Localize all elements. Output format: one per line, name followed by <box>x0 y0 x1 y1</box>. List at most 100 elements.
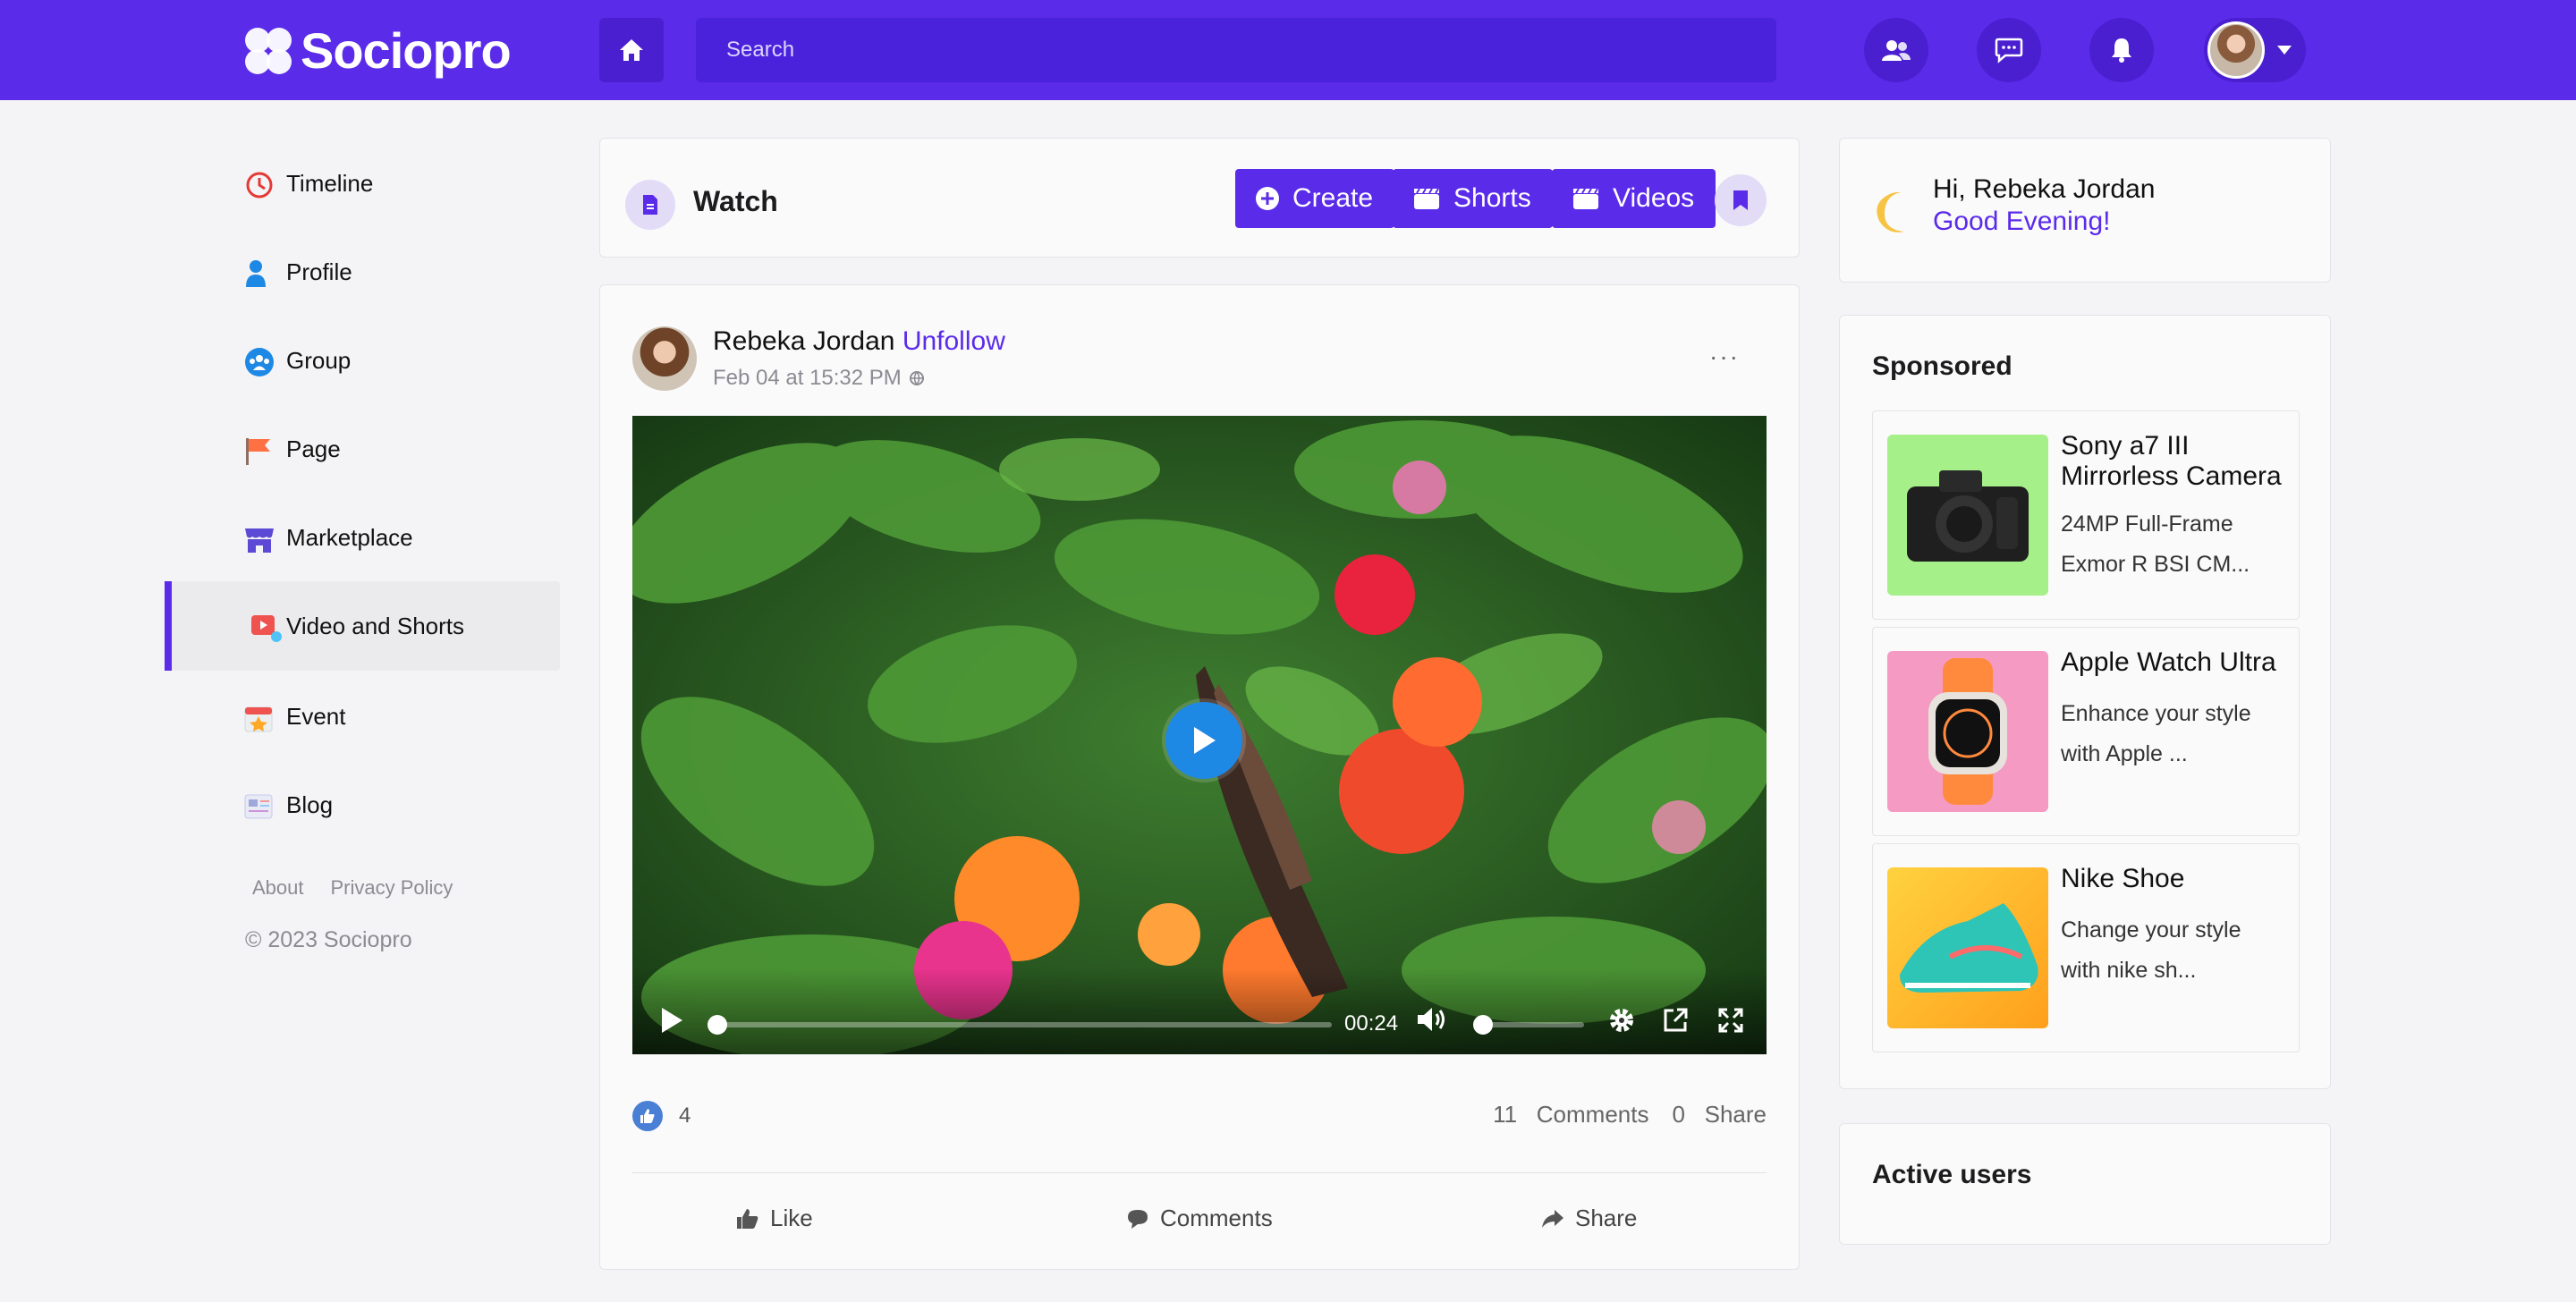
clock-icon <box>246 172 273 199</box>
comment-icon <box>1128 1209 1148 1229</box>
video-player[interactable]: 00:24 <box>632 416 1767 1054</box>
progress-handle[interactable] <box>708 1015 727 1035</box>
sidebar-item-page[interactable]: Page <box>165 404 560 494</box>
top-navbar: Sociopro <box>0 0 2576 100</box>
reactions-summary[interactable]: 4 <box>632 1101 691 1131</box>
ad-description: Change your style with nike sh... <box>2061 917 2241 983</box>
video-controls: 00:24 <box>632 968 1767 1054</box>
share-button[interactable]: Share <box>1541 1205 1637 1232</box>
saved-videos-button[interactable] <box>1715 174 1767 226</box>
home-button[interactable] <box>599 18 664 82</box>
active-users-title: Active users <box>1872 1160 2032 1189</box>
sidebar-item-profile[interactable]: Profile <box>165 227 560 317</box>
notifications-button[interactable] <box>2089 18 2154 82</box>
ad-title: Apple Watch Ultra <box>2061 647 2276 677</box>
copyright: © 2023 Sociopro <box>245 927 412 952</box>
watch-image <box>1887 651 2048 812</box>
video-post-card: Rebeka Jordan Unfollow Feb 04 at 15:32 P… <box>599 284 1800 1270</box>
progress-track[interactable] <box>718 1022 1332 1027</box>
sidebar-item-timeline[interactable]: Timeline <box>165 139 560 228</box>
store-icon <box>245 528 274 553</box>
moon-icon <box>1877 191 1904 232</box>
like-reaction-icon <box>632 1101 663 1131</box>
watch-badge <box>625 180 675 230</box>
plus-circle-icon <box>1256 187 1279 210</box>
globe-icon <box>909 371 924 386</box>
bell-icon <box>2112 38 2131 63</box>
more-options-button[interactable]: ··· <box>1709 342 1740 371</box>
avatar <box>2207 21 2265 79</box>
share-icon <box>1542 1209 1563 1228</box>
friends-button[interactable] <box>1864 18 1928 82</box>
greeting-name: Hi, Rebeka Jordan <box>1933 174 2156 204</box>
author-avatar[interactable] <box>632 326 697 391</box>
volume-icon[interactable] <box>1416 1006 1448 1033</box>
messages-button[interactable] <box>1977 18 2041 82</box>
video-time: 00:24 <box>1344 1011 1399 1036</box>
post-header: Rebeka Jordan Unfollow <box>713 326 1005 357</box>
sidebar-item-video-and-shorts[interactable]: Video and Shorts <box>165 581 560 671</box>
unfollow-link[interactable]: Unfollow <box>902 326 1005 356</box>
comments-summary[interactable]: 11 Comments <box>1493 1101 1648 1129</box>
logo-icon <box>243 26 293 76</box>
calendar-icon <box>244 706 273 732</box>
pip-icon[interactable] <box>1661 1006 1690 1035</box>
ad-item[interactable]: Sony a7 III Mirrorless Camera 24MP Full-… <box>1872 410 2300 620</box>
clapperboard-icon <box>1414 188 1439 209</box>
sidebar-item-blog[interactable]: Blog <box>165 760 560 850</box>
post-timestamp: Feb 04 at 15:32 PM <box>713 366 902 390</box>
profile-menu-button[interactable] <box>2204 18 2306 82</box>
ad-description: Enhance your style with Apple ... <box>2061 701 2251 766</box>
shoe-image <box>1887 867 2048 1028</box>
chevron-down-icon <box>2277 46 2292 55</box>
thumbs-up-icon <box>737 1208 758 1229</box>
sidebar-item-event[interactable]: Event <box>165 672 560 761</box>
author-name[interactable]: Rebeka Jordan <box>713 326 894 356</box>
page-title: Watch <box>693 185 778 217</box>
play-icon[interactable] <box>659 1006 684 1035</box>
clapperboard-icon <box>1573 188 1598 209</box>
home-icon <box>620 39 643 61</box>
friends-icon <box>1882 40 1911 61</box>
sponsored-card: Sponsored Sony a7 III Mirrorless Camera … <box>1839 315 2331 1089</box>
shorts-button[interactable]: Shorts <box>1393 169 1553 228</box>
greeting-message: Good Evening! <box>1933 207 2111 236</box>
sidebar-item-group[interactable]: Group <box>165 316 560 405</box>
bookmark-icon <box>1733 190 1748 210</box>
play-icon <box>1194 727 1216 754</box>
sidebar-item-marketplace[interactable]: Marketplace <box>165 493 560 582</box>
logo[interactable]: Sociopro <box>243 21 512 80</box>
ad-item[interactable]: Apple Watch Ultra Enhance your style wit… <box>1872 627 2300 836</box>
flag-icon <box>246 438 270 465</box>
volume-track[interactable] <box>1484 1022 1584 1027</box>
ad-title: Nike Shoe <box>2061 864 2185 893</box>
likes-count: 4 <box>679 1103 691 1128</box>
greeting-card: Hi, Rebeka Jordan Good Evening! <box>1839 138 2331 283</box>
like-button[interactable]: Like <box>736 1205 813 1232</box>
blog-icon <box>244 794 273 819</box>
footer-links: About Privacy Policy <box>252 876 453 900</box>
create-button[interactable]: Create <box>1235 169 1395 228</box>
search-input[interactable] <box>696 18 1776 82</box>
videos-button[interactable]: Videos <box>1552 169 1716 228</box>
post-meta: Feb 04 at 15:32 PM <box>713 366 925 391</box>
logo-text: Sociopro <box>301 22 512 79</box>
group-icon <box>245 348 274 376</box>
comments-button[interactable]: Comments <box>1126 1205 1273 1232</box>
document-icon <box>643 195 657 215</box>
settings-gear-icon[interactable] <box>1607 1006 1636 1035</box>
fullscreen-icon[interactable] <box>1716 1006 1745 1035</box>
play-overlay-button[interactable] <box>1165 702 1242 779</box>
privacy-policy-link[interactable]: Privacy Policy <box>331 876 453 900</box>
video-icon <box>251 615 282 642</box>
engagement-summary: 11 Comments 0 Share <box>1493 1101 1767 1129</box>
ad-description: 24MP Full-Frame Exmor R BSI CM... <box>2061 512 2250 577</box>
shares-summary[interactable]: 0 Share <box>1672 1101 1767 1129</box>
ad-title: Sony a7 III Mirrorless Camera <box>2061 431 2282 491</box>
ad-item[interactable]: Nike Shoe Change your style with nike sh… <box>1872 843 2300 1053</box>
volume-handle[interactable] <box>1473 1015 1493 1035</box>
chat-icon <box>1995 38 2023 63</box>
camera-image <box>1887 435 2048 596</box>
divider <box>632 1172 1767 1173</box>
about-link[interactable]: About <box>252 876 304 900</box>
